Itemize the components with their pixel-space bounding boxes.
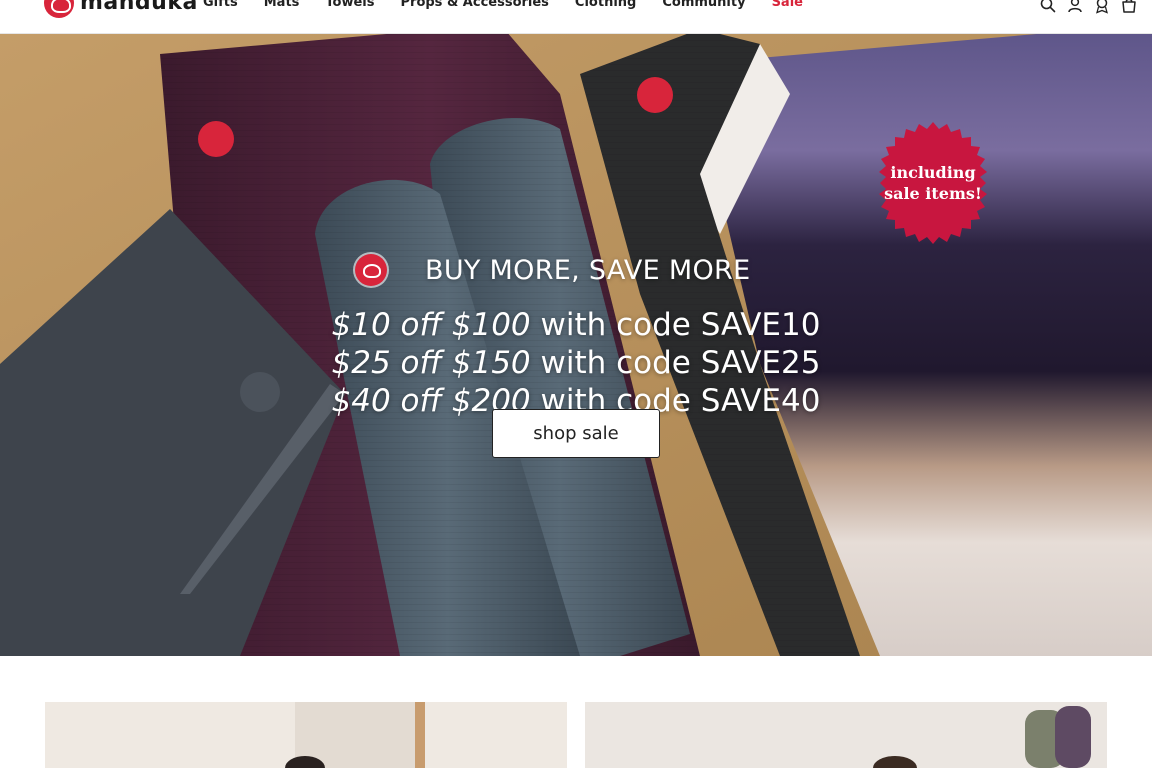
nav-item-mats[interactable]: Mats xyxy=(264,0,300,12)
offer-amount: $25 off $150 xyxy=(331,345,531,381)
brand-logo-mark-icon xyxy=(44,0,74,18)
promo-card-right-image xyxy=(585,702,1107,768)
main-nav: Gifts Mats Towels Props & Accessories Cl… xyxy=(203,0,829,12)
promo-card-right[interactable] xyxy=(585,702,1107,768)
search-icon[interactable] xyxy=(1039,0,1057,14)
promo-card-left-image xyxy=(45,702,567,768)
offer-code-text: with code SAVE25 xyxy=(530,345,821,381)
offer-line: $25 off $150 with code SAVE25 xyxy=(0,344,1152,382)
header-utilities xyxy=(1030,0,1138,14)
cart-icon[interactable] xyxy=(1120,0,1138,14)
rewards-icon[interactable] xyxy=(1093,0,1111,14)
hero-headline: BUY MORE, SAVE MORE xyxy=(425,254,751,286)
badge-line-2: sale items! xyxy=(884,184,982,203)
nav-item-towels[interactable]: Towels xyxy=(325,0,374,12)
offer-amount: $10 off $100 xyxy=(331,307,531,343)
site-header: manduka Gifts Mats Towels Props & Access… xyxy=(0,0,1152,34)
hero-banner[interactable]: including sale items! BUY MORE, SAVE MOR… xyxy=(0,34,1152,656)
offer-line: $10 off $100 with code SAVE10 xyxy=(0,306,1152,344)
manduka-mark-icon xyxy=(355,254,387,286)
sale-items-badge: including sale items! xyxy=(870,120,996,246)
nav-item-community[interactable]: Community xyxy=(662,0,745,12)
nav-item-sale[interactable]: Sale xyxy=(772,0,803,12)
offer-list: $10 off $100 with code SAVE10 $25 off $1… xyxy=(0,306,1152,420)
brand-logo[interactable]: manduka xyxy=(44,0,198,18)
offer-code-text: with code SAVE10 xyxy=(530,307,821,343)
badge-line-1: including xyxy=(890,163,976,182)
shop-sale-button[interactable]: shop sale xyxy=(492,409,660,458)
nav-item-clothing[interactable]: Clothing xyxy=(575,0,636,12)
nav-item-props-accessories[interactable]: Props & Accessories xyxy=(401,0,549,12)
promo-card-left[interactable] xyxy=(45,702,567,768)
hero-headline-row: BUY MORE, SAVE MORE xyxy=(355,254,750,286)
brand-logo-text: manduka xyxy=(80,0,198,15)
account-icon[interactable] xyxy=(1066,0,1084,14)
nav-item-gifts[interactable]: Gifts xyxy=(203,0,238,12)
badge-text: including sale items! xyxy=(883,162,983,204)
